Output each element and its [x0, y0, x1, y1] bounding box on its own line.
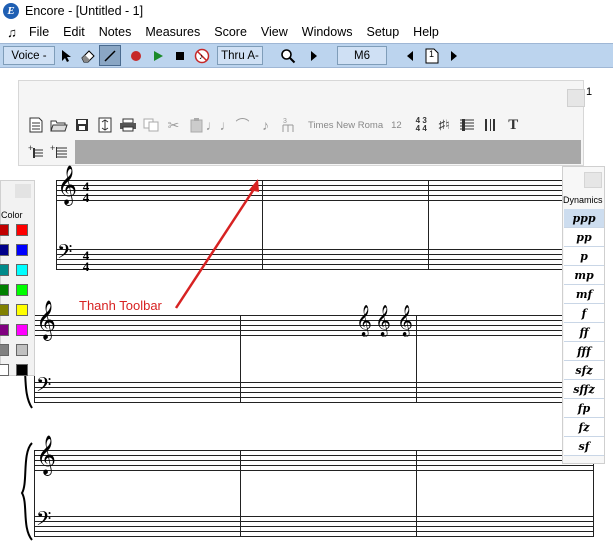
annotation-label: Thanh Toolbar: [79, 298, 162, 313]
encore-window: E Encore - [Untitled - 1] ♫ File Edit No…: [0, 0, 613, 550]
annotation-arrow: [174, 179, 259, 309]
